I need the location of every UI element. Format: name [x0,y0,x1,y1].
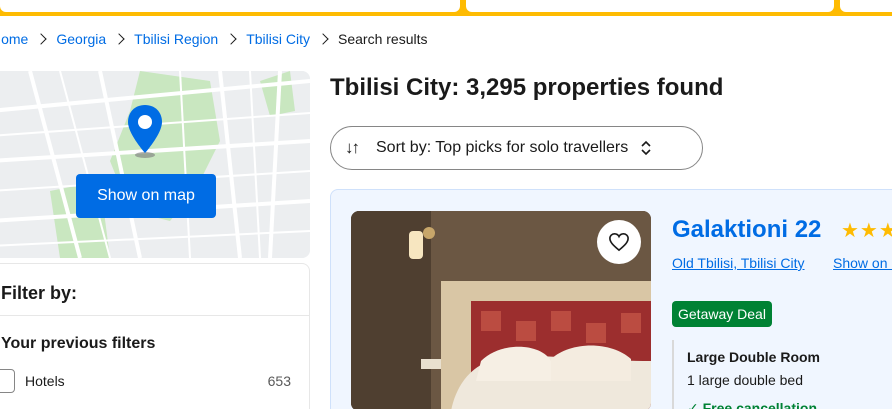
chevron-updown-icon [640,140,652,156]
property-show-on-map-link[interactable]: Show on map [833,255,892,271]
breadcrumb-link-country[interactable]: Georgia [56,31,106,47]
room-name: Large Double Room [687,349,821,365]
search-field-destination[interactable] [0,0,460,12]
filter-count: 653 [267,373,291,389]
favorite-button[interactable] [597,220,641,264]
filter-panel: Filter by: Your previous filters Hotels … [0,263,310,409]
star-rating: ★★★ [841,220,892,242]
filter-heading: Filter by: [1,283,78,303]
free-cancellation: ✓ Free cancellation [687,400,817,409]
chevron-right-icon [225,33,237,45]
breadcrumb-link-city[interactable]: Tbilisi City [246,31,310,47]
room-bed-info: 1 large double bed [687,372,803,388]
property-location-link[interactable]: Old Tbilisi, Tbilisi City [672,255,805,271]
map-preview[interactable]: Show on map [0,71,310,258]
breadcrumb-link-region[interactable]: Tbilisi Region [134,31,218,47]
filter-checkbox[interactable] [0,369,15,393]
sort-label: Sort by: Top picks for solo travellers [376,139,629,156]
property-name-link[interactable]: Galaktioni 22 [672,216,821,244]
search-field-dates[interactable] [466,0,834,12]
filter-option-hotels[interactable]: Hotels 653 [0,368,291,394]
map-image [0,71,310,258]
previous-filters-title: Your previous filters [1,335,156,352]
chevron-right-icon [113,33,125,45]
chevron-right-icon [35,33,48,45]
divider [0,315,309,316]
filter-label: Hotels [25,373,65,389]
breadcrumb-current: Search results [338,31,428,47]
breadcrumb: Home Georgia Tbilisi Region Tbilisi City… [0,29,427,49]
show-on-map-button[interactable]: Show on map [76,174,216,218]
property-card: Galaktioni 22 ★★★ Old Tbilisi, Tbilisi C… [330,189,892,409]
chevron-right-icon [317,33,329,45]
sort-button[interactable]: ↓↑ Sort by: Top picks for solo traveller… [330,126,703,170]
room-divider [672,340,674,409]
deal-badge: Getaway Deal [672,301,772,327]
search-bar-strip [0,0,892,16]
page-title: Tbilisi City: 3,295 properties found [330,74,724,101]
heart-icon [609,232,629,252]
breadcrumb-link-home[interactable]: Home [0,31,28,47]
search-field-guests[interactable] [840,0,892,12]
sort-arrows-icon: ↓↑ [345,138,360,157]
map-pin-icon [128,105,162,158]
